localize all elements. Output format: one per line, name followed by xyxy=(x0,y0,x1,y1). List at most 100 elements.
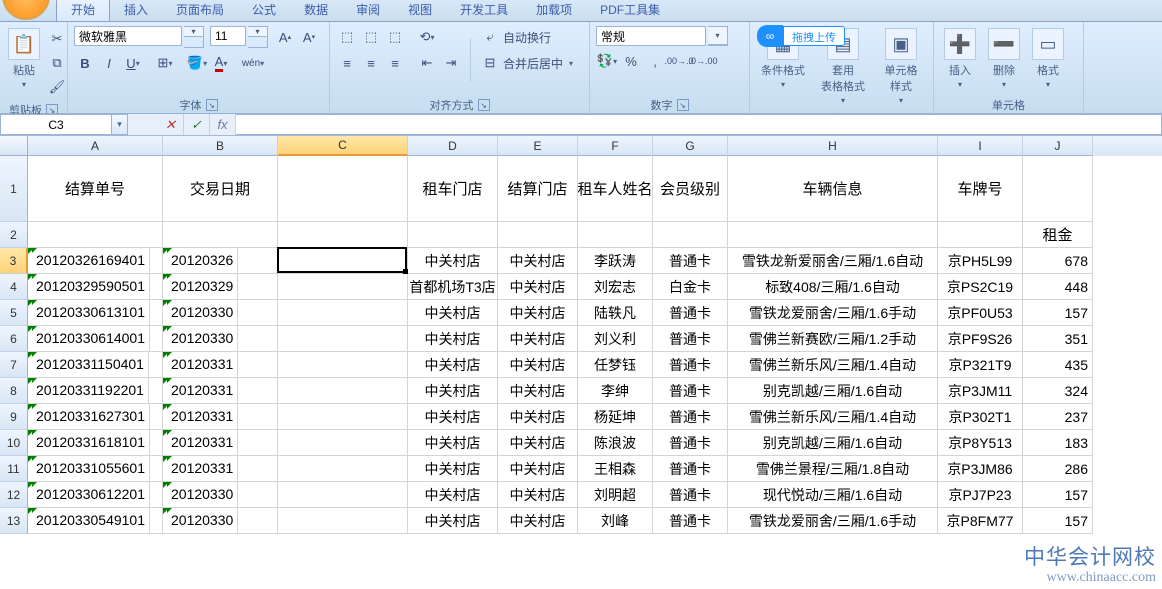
cell-styles-button[interactable]: ▣单元格 样式▾ xyxy=(876,26,926,107)
cell[interactable] xyxy=(28,222,163,248)
upload-tag[interactable]: ∞ 拖拽上传 xyxy=(757,25,845,47)
decrease-font-button[interactable]: A▾ xyxy=(298,26,320,48)
increase-indent-button[interactable]: ⇥ xyxy=(440,52,462,74)
cell[interactable]: 20120330549101 xyxy=(32,508,150,534)
cell[interactable]: 中关村店 xyxy=(408,456,498,482)
tab-6[interactable]: 视图 xyxy=(394,0,446,21)
row-header-1[interactable]: 1 xyxy=(0,156,28,222)
cell[interactable]: 中关村店 xyxy=(498,326,578,352)
cell[interactable]: 结算单号 xyxy=(28,156,163,222)
cell[interactable]: 中关村店 xyxy=(408,352,498,378)
increase-decimal-button[interactable]: .00→.0 xyxy=(668,50,690,72)
cell[interactable]: 183 xyxy=(1023,430,1093,456)
cell[interactable]: 中关村店 xyxy=(408,326,498,352)
cell[interactable] xyxy=(278,430,408,456)
cell[interactable]: 237 xyxy=(1023,404,1093,430)
font-launcher[interactable]: ↘ xyxy=(206,99,218,111)
font-name-input[interactable] xyxy=(74,26,182,46)
cell[interactable]: 中关村店 xyxy=(498,300,578,326)
cell[interactable]: 交易日期 xyxy=(163,156,278,222)
cell[interactable]: 京P3JM86 xyxy=(938,456,1023,482)
cell[interactable]: 中关村店 xyxy=(408,300,498,326)
bold-button[interactable]: B xyxy=(74,52,96,74)
cell[interactable]: 20120330 xyxy=(167,300,238,326)
cell[interactable]: 20120331 xyxy=(167,404,238,430)
cell[interactable]: 杨延坤 xyxy=(578,404,653,430)
tab-8[interactable]: 加载项 xyxy=(522,0,586,21)
cell[interactable]: 普通卡 xyxy=(653,430,728,456)
cell[interactable] xyxy=(728,222,938,248)
comma-button[interactable]: , xyxy=(644,50,666,72)
font-color-button[interactable]: A▾ xyxy=(210,52,232,74)
cell[interactable]: 京P321T9 xyxy=(938,352,1023,378)
cell[interactable]: 京PS2C19 xyxy=(938,274,1023,300)
number-format-dropdown[interactable]: ▾ xyxy=(708,27,727,45)
cell[interactable]: 京P302T1 xyxy=(938,404,1023,430)
cell[interactable]: 20120331 xyxy=(167,456,238,482)
row-header-9[interactable]: 9 xyxy=(0,404,28,430)
font-size-dropdown[interactable]: ▾ xyxy=(248,27,267,37)
formula-input[interactable] xyxy=(236,114,1162,135)
row-header-13[interactable]: 13 xyxy=(0,508,28,534)
cell[interactable]: 京PF9S26 xyxy=(938,326,1023,352)
cell[interactable]: 京P8Y513 xyxy=(938,430,1023,456)
cell[interactable]: 普通卡 xyxy=(653,456,728,482)
col-header-C[interactable]: C xyxy=(278,136,408,156)
percent-button[interactable]: % xyxy=(620,50,642,72)
align-launcher[interactable]: ↘ xyxy=(478,99,490,111)
cell[interactable]: 陆轶凡 xyxy=(578,300,653,326)
paste-button[interactable]: 📋 粘贴 ▾ xyxy=(6,26,42,91)
format-painter-button[interactable]: 🖌 xyxy=(46,76,68,98)
col-header-E[interactable]: E xyxy=(498,136,578,156)
tab-1[interactable]: 插入 xyxy=(110,0,162,21)
cell[interactable]: 刘宏志 xyxy=(578,274,653,300)
cell[interactable]: 雪佛兰新赛欧/三厢/1.2手动 xyxy=(728,326,938,352)
cell[interactable]: 李跃涛 xyxy=(578,248,653,274)
cell[interactable] xyxy=(278,508,408,534)
cell[interactable]: 286 xyxy=(1023,456,1093,482)
col-header-G[interactable]: G xyxy=(653,136,728,156)
cell[interactable] xyxy=(278,248,408,274)
align-left-button[interactable]: ≡ xyxy=(336,52,358,74)
cell[interactable]: 租车门店 xyxy=(408,156,498,222)
font-name-dropdown[interactable]: ▾ xyxy=(184,27,203,37)
cell[interactable] xyxy=(163,222,278,248)
cell[interactable]: 351 xyxy=(1023,326,1093,352)
cell[interactable]: 157 xyxy=(1023,300,1093,326)
phonetic-button[interactable]: wén▾ xyxy=(242,52,264,74)
cell[interactable]: 白金卡 xyxy=(653,274,728,300)
cell[interactable]: 标致408/三厢/1.6自动 xyxy=(728,274,938,300)
decrease-indent-button[interactable]: ⇤ xyxy=(416,52,438,74)
cell[interactable]: 中关村店 xyxy=(498,430,578,456)
cell[interactable]: 中关村店 xyxy=(408,430,498,456)
row-header-4[interactable]: 4 xyxy=(0,274,28,300)
enter-button[interactable]: ✓ xyxy=(184,114,210,135)
cell[interactable]: 普通卡 xyxy=(653,352,728,378)
row-header-6[interactable]: 6 xyxy=(0,326,28,352)
align-middle-button[interactable]: ⬚ xyxy=(360,26,382,48)
row-header-12[interactable]: 12 xyxy=(0,482,28,508)
row-header-11[interactable]: 11 xyxy=(0,456,28,482)
cell[interactable]: 租金 xyxy=(1023,222,1093,248)
format-cells-button[interactable]: ▭格式▾ xyxy=(1028,26,1068,91)
tab-7[interactable]: 开发工具 xyxy=(446,0,522,21)
cell[interactable]: 雪佛兰景程/三厢/1.8自动 xyxy=(728,456,938,482)
cell[interactable]: 雪铁龙爱丽舍/三厢/1.6手动 xyxy=(728,300,938,326)
cell[interactable]: 324 xyxy=(1023,378,1093,404)
cell[interactable]: 20120331627301 xyxy=(32,404,150,430)
cell[interactable]: 京PJ7P23 xyxy=(938,482,1023,508)
cell[interactable]: 20120329590501 xyxy=(32,274,150,300)
select-all-corner[interactable] xyxy=(0,136,28,156)
row-header-10[interactable]: 10 xyxy=(0,430,28,456)
cell[interactable]: 雪佛兰新乐风/三厢/1.4自动 xyxy=(728,352,938,378)
cell[interactable]: 20120331618101 xyxy=(32,430,150,456)
cell[interactable]: 车牌号 xyxy=(938,156,1023,222)
tab-5[interactable]: 审阅 xyxy=(342,0,394,21)
align-center-button[interactable]: ≡ xyxy=(360,52,382,74)
cell[interactable]: 李绅 xyxy=(578,378,653,404)
cell[interactable]: 别克凯越/三厢/1.6自动 xyxy=(728,430,938,456)
tab-2[interactable]: 页面布局 xyxy=(162,0,238,21)
cell[interactable] xyxy=(408,222,498,248)
row-header-7[interactable]: 7 xyxy=(0,352,28,378)
cell[interactable]: 20120326169401 xyxy=(32,248,150,274)
